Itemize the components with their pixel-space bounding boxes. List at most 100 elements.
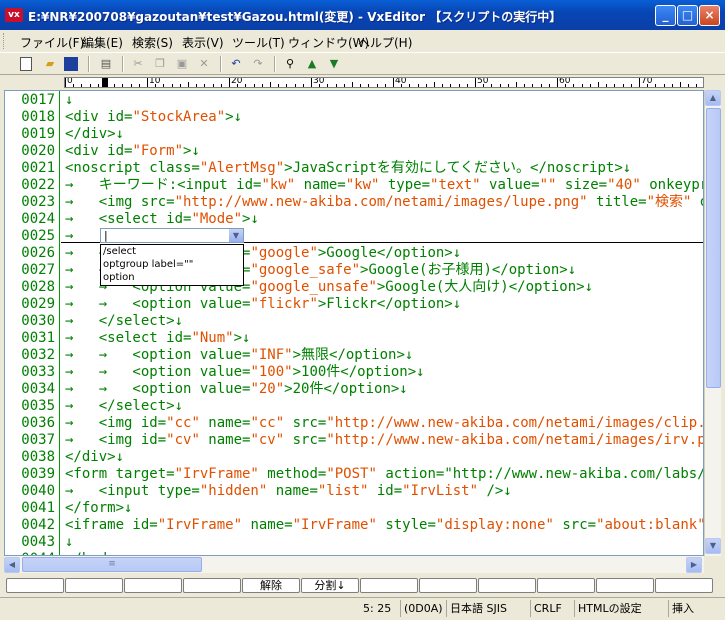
horizontal-scroll-thumb[interactable]: ≡ bbox=[22, 557, 202, 572]
code-line[interactable]: 0018 <div id="StockArea">↓ bbox=[5, 109, 703, 126]
code-line[interactable]: 0017 ↓ bbox=[5, 92, 703, 109]
code-line[interactable]: 0038 </div>↓ bbox=[5, 449, 703, 466]
ruler-tick bbox=[311, 78, 312, 87]
ruler-tick bbox=[253, 84, 255, 87]
menu-file[interactable]: ファイル(F) bbox=[20, 34, 84, 51]
code-line[interactable]: 0033 → → <option value="100">100件</option… bbox=[5, 364, 703, 381]
copy-icon[interactable]: ❐ bbox=[152, 56, 168, 72]
autocomplete-option[interactable]: /select bbox=[103, 246, 136, 258]
ruler-tick bbox=[622, 84, 624, 87]
function-key-7[interactable] bbox=[360, 578, 418, 593]
chevron-down-icon[interactable]: ▼ bbox=[229, 229, 243, 242]
code-text: <div id="StockArea">↓ bbox=[65, 109, 243, 125]
autocomplete-input[interactable]: | ▼ bbox=[100, 228, 244, 243]
find-up-icon[interactable]: ▲ bbox=[304, 56, 320, 72]
function-key-2[interactable] bbox=[65, 578, 123, 593]
app-icon[interactable]: vx bbox=[5, 8, 23, 22]
undo-icon[interactable]: ↶ bbox=[228, 56, 244, 72]
ruler-tick bbox=[270, 82, 271, 87]
ruler-tick bbox=[138, 84, 140, 87]
function-key-10[interactable] bbox=[537, 578, 595, 593]
delete-icon[interactable]: ✕ bbox=[196, 56, 212, 72]
code-line[interactable]: 0030 → </select>↓ bbox=[5, 313, 703, 330]
function-key-5[interactable]: 解除 bbox=[242, 578, 300, 593]
line-number: 0024 bbox=[21, 211, 55, 227]
save-icon[interactable] bbox=[64, 57, 78, 71]
find-down-icon[interactable]: ▼ bbox=[326, 56, 342, 72]
line-number: 0042 bbox=[21, 517, 55, 533]
code-line[interactable]: 0042 <iframe id="IrvFrame" name="IrvFrame… bbox=[5, 517, 703, 534]
code-text: → キーワード:<input id="kw" name="kw" type="t… bbox=[65, 177, 703, 193]
code-line[interactable]: 0019 </div>↓ bbox=[5, 126, 703, 143]
open-folder-icon[interactable]: ▰ bbox=[42, 56, 58, 72]
code-line[interactable]: 0037 → <img id="cv" name="cv" src="http:/… bbox=[5, 432, 703, 449]
code-line[interactable]: 0041 </form>↓ bbox=[5, 500, 703, 517]
ruler-tick bbox=[614, 84, 616, 87]
function-key-12[interactable] bbox=[655, 578, 713, 593]
toolbar-separator bbox=[220, 56, 222, 72]
vertical-scroll-thumb[interactable] bbox=[706, 108, 721, 388]
menu-help[interactable]: ヘルプ(H) bbox=[358, 34, 412, 51]
code-line[interactable]: 0039 <form target="IrvFrame" method="POST… bbox=[5, 466, 703, 483]
line-number: 0019 bbox=[21, 126, 55, 142]
vertical-scrollbar[interactable]: ▲ ▼ bbox=[704, 90, 721, 556]
line-number: 0043 bbox=[21, 534, 55, 550]
code-line[interactable]: 0021 <noscript class="AlertMsg">JavaScrip… bbox=[5, 160, 703, 177]
status-newline[interactable]: CRLF bbox=[530, 600, 574, 617]
scroll-right-icon[interactable]: ▶ bbox=[686, 557, 702, 573]
horizontal-scrollbar[interactable]: ◀ ≡ ▶ bbox=[4, 556, 704, 573]
print-icon[interactable]: ▤ bbox=[98, 56, 114, 72]
function-key-9[interactable] bbox=[478, 578, 536, 593]
text-editor[interactable]: 0017 ↓ 0018 <div id="StockArea">↓ 0019 </div>… bbox=[4, 90, 704, 556]
function-key-4[interactable] bbox=[183, 578, 241, 593]
status-encoding[interactable]: 日本語 SJIS bbox=[446, 600, 530, 617]
function-key-3[interactable] bbox=[124, 578, 182, 593]
code-text: → → <option value="flickr">Flickr</optio… bbox=[65, 296, 462, 312]
code-line[interactable]: 0029 → → <option value="flickr">Flickr</o… bbox=[5, 296, 703, 313]
redo-icon[interactable]: ↷ bbox=[250, 56, 266, 72]
code-line[interactable]: 0022 → キーワード:<input id="kw" name="kw" typ… bbox=[5, 177, 703, 194]
code-line[interactable]: 0036 → <img id="cc" name="cc" src="http:/… bbox=[5, 415, 703, 432]
ruler-tick bbox=[671, 84, 673, 87]
menu-tools[interactable]: ツール(T) bbox=[232, 34, 285, 51]
menu-bar: ファイル(F) 編集(E) 検索(S) 表示(V) ツール(T) ウィンドウ(W… bbox=[0, 30, 725, 52]
autocomplete-option[interactable]: option bbox=[103, 272, 135, 284]
minimize-button[interactable]: _ bbox=[655, 5, 676, 26]
function-key-1[interactable] bbox=[6, 578, 64, 593]
code-line[interactable]: 0024 → <select id="Mode">↓ bbox=[5, 211, 703, 228]
ruler-label: 20 bbox=[231, 77, 243, 86]
code-line[interactable]: 0043 ↓ bbox=[5, 534, 703, 551]
menu-edit[interactable]: 編集(E) bbox=[82, 34, 123, 51]
code-line[interactable]: 0032 → → <option value="INF">無限</option>↓ bbox=[5, 347, 703, 364]
code-line[interactable]: 0035 → </select>↓ bbox=[5, 398, 703, 415]
scroll-left-icon[interactable]: ◀ bbox=[4, 557, 20, 573]
find-icon[interactable]: ⚲ bbox=[282, 56, 298, 72]
ruler-tick bbox=[548, 84, 550, 87]
code-line[interactable]: 0040 → <input type="hidden" name="list" i… bbox=[5, 483, 703, 500]
scroll-down-icon[interactable]: ▼ bbox=[705, 538, 721, 554]
menu-view[interactable]: 表示(V) bbox=[182, 34, 224, 51]
status-mode[interactable]: HTMLの設定 bbox=[574, 600, 668, 617]
autocomplete-option[interactable]: optgroup label="" bbox=[103, 259, 193, 271]
function-key-6[interactable]: 分割↓ bbox=[301, 578, 359, 593]
code-text: <div id="Form">↓ bbox=[65, 143, 200, 159]
ruler-tick bbox=[598, 82, 599, 87]
code-line[interactable]: 0020 <div id="Form">↓ bbox=[5, 143, 703, 160]
ruler-tick bbox=[581, 84, 583, 87]
code-line[interactable]: 0034 → → <option value="20">20件</option>↓ bbox=[5, 381, 703, 398]
function-key-8[interactable] bbox=[419, 578, 477, 593]
paste-icon[interactable]: ▣ bbox=[174, 56, 190, 72]
ruler-tick bbox=[352, 82, 353, 87]
scroll-up-icon[interactable]: ▲ bbox=[705, 90, 721, 106]
menu-search[interactable]: 検索(S) bbox=[132, 34, 173, 51]
new-file-icon[interactable] bbox=[20, 57, 32, 71]
code-line[interactable]: 0031 → <select id="Num">↓ bbox=[5, 330, 703, 347]
maximize-button[interactable]: □ bbox=[677, 5, 698, 26]
ruler-tick bbox=[491, 84, 493, 87]
code-line[interactable]: 0023 → <img src="http://www.new-akiba.com… bbox=[5, 194, 703, 211]
cut-icon[interactable]: ✂ bbox=[130, 56, 146, 72]
function-key-11[interactable] bbox=[596, 578, 654, 593]
close-button[interactable]: × bbox=[699, 5, 720, 26]
ruler-tick bbox=[65, 78, 66, 87]
autocomplete-list[interactable]: /select optgroup label="" option bbox=[100, 244, 244, 286]
